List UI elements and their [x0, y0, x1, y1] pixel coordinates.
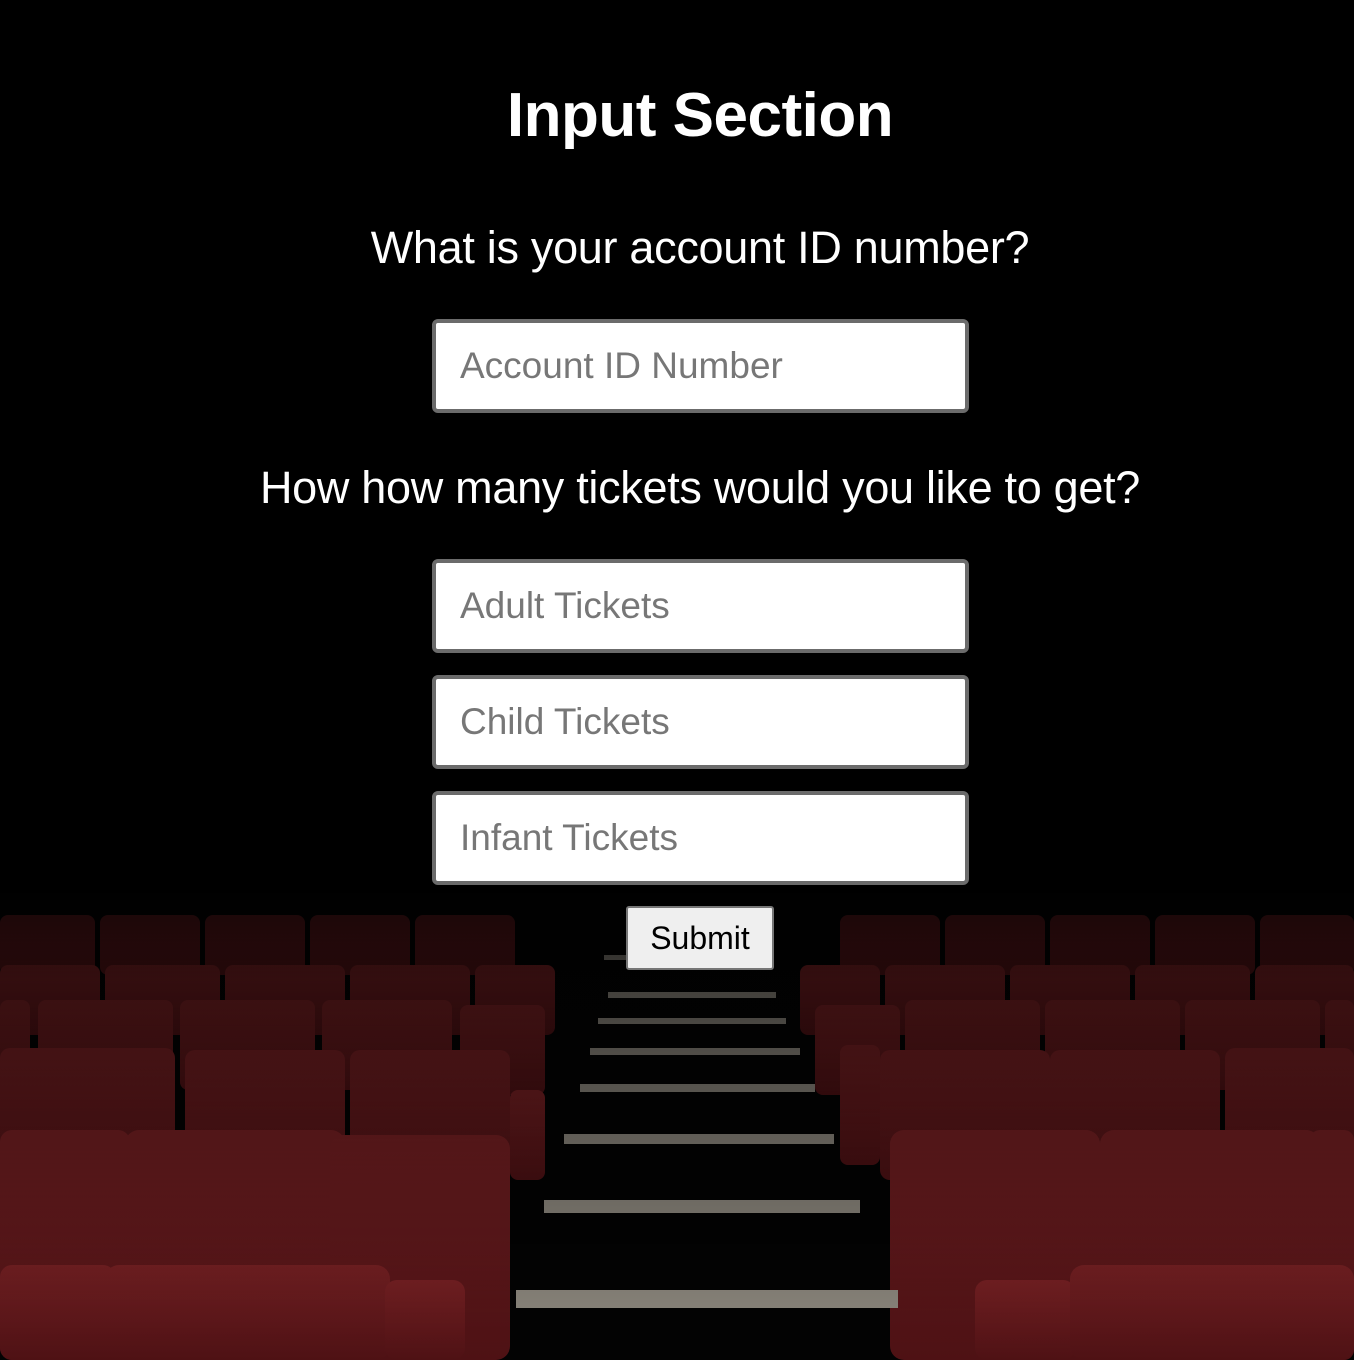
tickets-question: How how many tickets would you like to g… — [259, 462, 1141, 513]
infant-tickets-input[interactable] — [432, 791, 969, 885]
account-id-input[interactable] — [432, 319, 969, 413]
page-title: Input Section — [506, 81, 894, 150]
account-id-question: What is your account ID number? — [370, 222, 1030, 273]
child-tickets-input[interactable] — [432, 675, 969, 769]
adult-tickets-input[interactable] — [432, 559, 969, 653]
submit-button[interactable]: Submit — [626, 906, 774, 970]
